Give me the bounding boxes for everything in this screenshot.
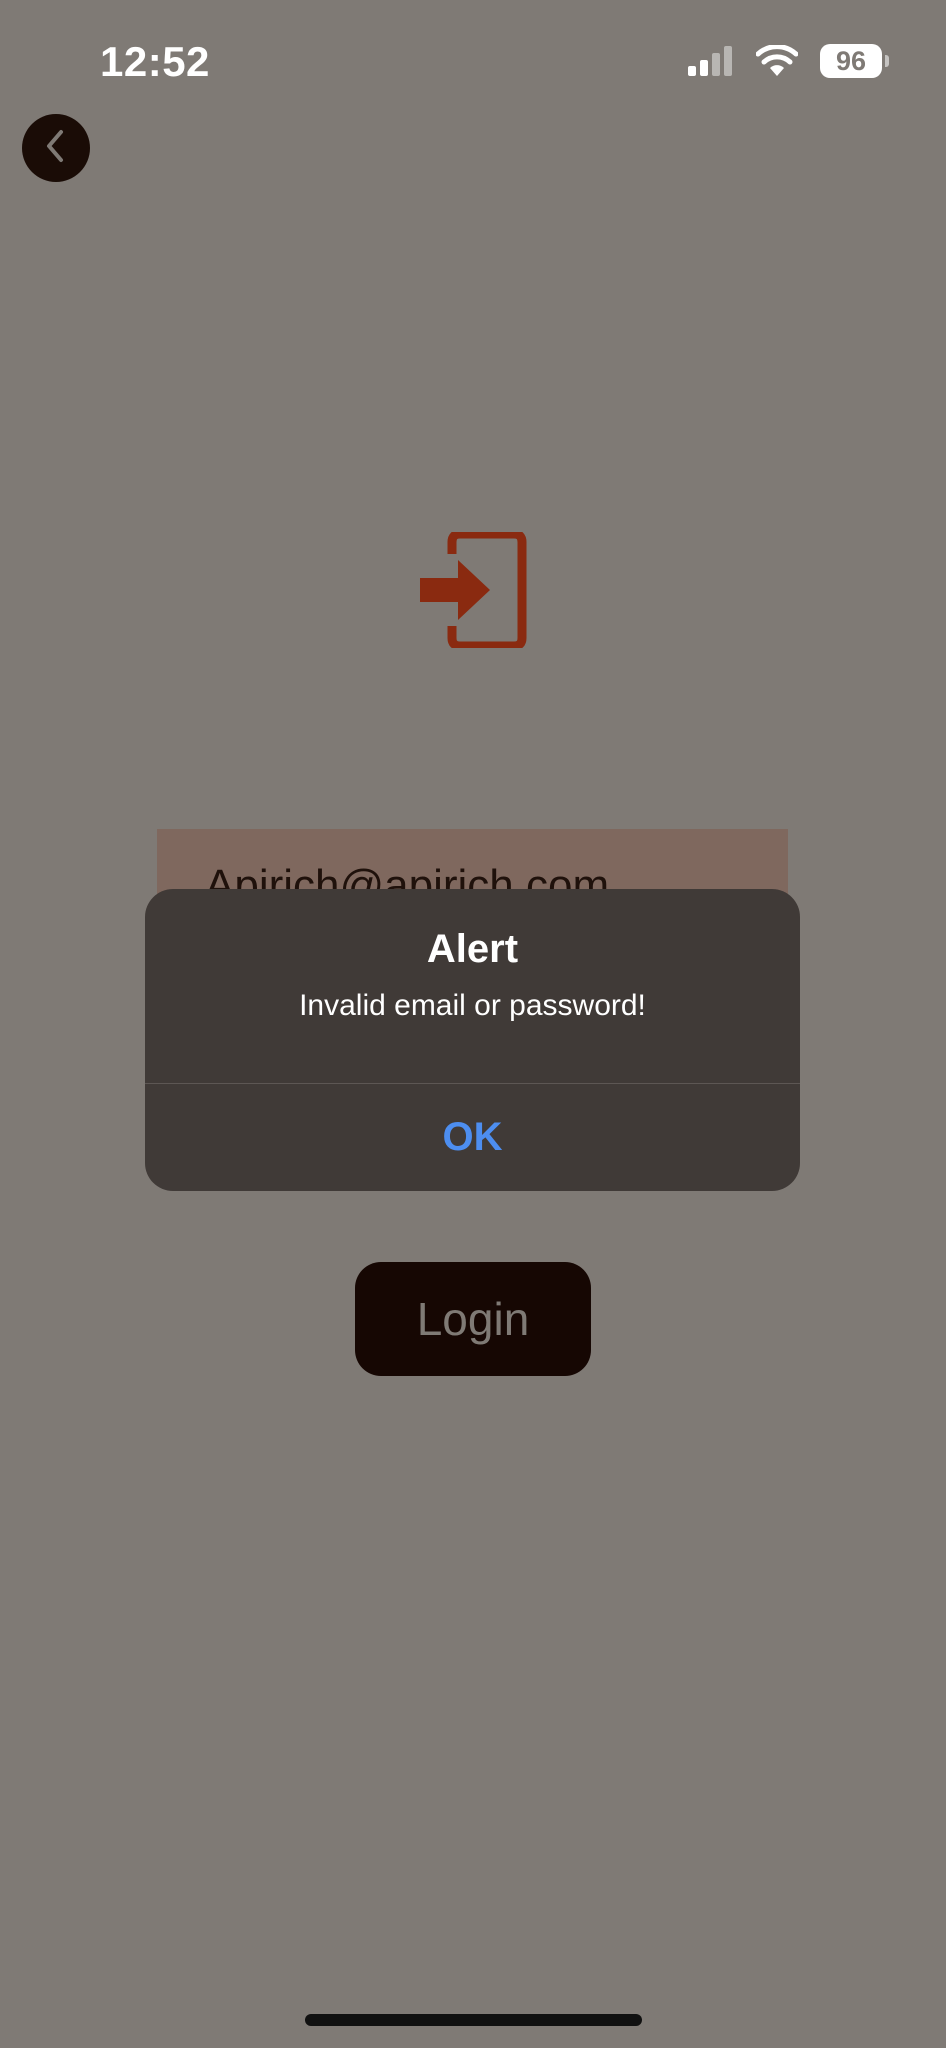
battery-cap (885, 55, 889, 67)
alert-message: Invalid email or password! (299, 989, 646, 1022)
chevron-left-icon (41, 128, 71, 169)
home-indicator[interactable] (305, 2014, 642, 2026)
status-icons: 96 (688, 44, 889, 78)
battery-level: 96 (835, 45, 867, 76)
alert-title: Alert (426, 927, 519, 971)
alert-ok-button[interactable]: OK (145, 1084, 800, 1191)
wifi-icon (756, 45, 798, 77)
login-button-label: Login (416, 1293, 530, 1345)
alert-ok-label: OK (442, 1115, 503, 1159)
alert-dialog: Alert Invalid email or password! OK (145, 889, 800, 1191)
battery-icon: 96 (820, 44, 889, 78)
signal-icon (688, 46, 734, 76)
login-button[interactable]: Login (355, 1262, 591, 1376)
status-time: 12:52 (100, 38, 210, 85)
login-icon (418, 529, 528, 651)
back-button[interactable] (22, 114, 90, 182)
login-screen: 12:52 96 Apirich@apirich.com Login Alert… (0, 0, 946, 2048)
